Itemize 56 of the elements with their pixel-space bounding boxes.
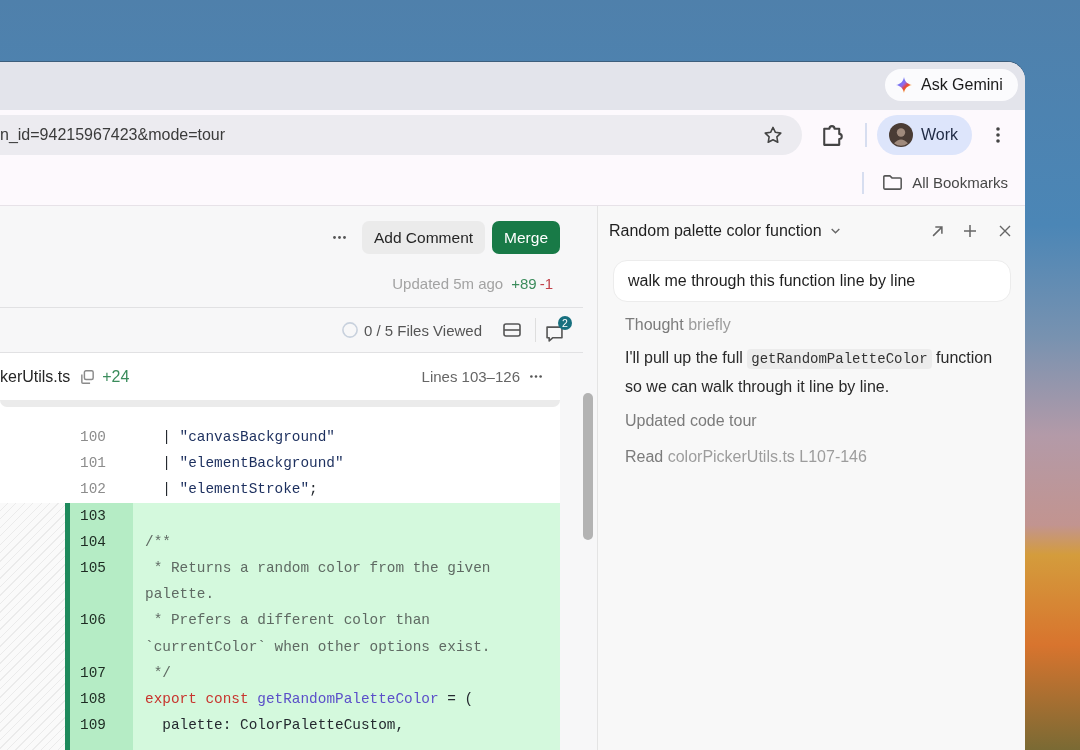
add-comment-button[interactable]: Add Comment [362, 221, 486, 254]
file-name: kerUtils.ts [0, 367, 71, 386]
sparkle-icon [896, 77, 912, 93]
status-line: Updated code tour [625, 411, 758, 431]
conversation-title[interactable]: Random palette color function [609, 222, 822, 240]
line-number: 107 [65, 659, 133, 687]
line-number: 108 [65, 686, 133, 713]
line-number: 100 [79, 428, 107, 447]
comment-count-badge: 2 [558, 316, 572, 330]
line-number: 104 [65, 528, 133, 555]
address-bar[interactable]: n_id=94215967423&mode=tour [0, 115, 802, 155]
split-view-icon[interactable] [503, 323, 521, 337]
files-viewed-count: 0 / 5 Files Viewed [363, 321, 482, 339]
line-number: 103 [65, 502, 133, 529]
code-text: export const getRandomPaletteColor = ( [133, 686, 560, 713]
additions-count: +24 [102, 367, 130, 386]
copy-icon[interactable] [81, 369, 95, 384]
code-text: | "elementBackground" [161, 454, 345, 474]
line-range: Lines 103–126 [421, 368, 520, 385]
folder-icon [883, 175, 903, 190]
line-number: 101 [79, 454, 107, 474]
status-line: Read colorPickerUtils.ts L107-146 [625, 447, 868, 467]
code-text: /** [133, 528, 560, 555]
merge-button[interactable]: Merge [492, 221, 560, 254]
line-number: 102 [79, 480, 107, 500]
code-text: */ [133, 659, 560, 687]
menu-icon[interactable] [996, 127, 1000, 143]
close-icon[interactable] [999, 225, 1011, 237]
line-number: 106 [65, 607, 133, 660]
puzzle-piece-icon[interactable] [823, 124, 843, 146]
updated-time: Updated 5m ago [392, 274, 504, 292]
chevron-down-icon[interactable] [830, 228, 840, 234]
plus-icon[interactable] [963, 224, 977, 238]
profile-button[interactable]: Work [877, 115, 972, 155]
status-line: Thought briefly [625, 315, 732, 335]
code-text: * Prefers a different color than `currentColor` when other options exist. [133, 607, 560, 660]
ask-gemini-button[interactable]: Ask Gemini [885, 69, 1018, 101]
code-text: * Returns a random color from the given palette. [133, 555, 560, 608]
star-icon[interactable] [764, 126, 782, 144]
more-icon[interactable] [333, 236, 346, 239]
line-number: 109 [65, 712, 133, 739]
code-text: palette: ColorPaletteCustom, [133, 712, 560, 739]
user-message: walk me through this function line by line [613, 260, 1011, 302]
progress-ring-icon [341, 322, 358, 338]
comment-icon[interactable] [546, 326, 563, 342]
code-text: | "elementStroke"; [161, 480, 319, 500]
scrollbar[interactable] [583, 393, 593, 540]
additions-count: +89 [511, 274, 537, 292]
avatar-icon [889, 123, 913, 147]
code-text: | "canvasBackground" [161, 428, 336, 447]
more-icon[interactable] [530, 375, 542, 378]
line-number: 105 [65, 555, 133, 608]
arrow-up-right-icon[interactable] [932, 225, 943, 237]
assistant-message: I'll pull up the full getRandomPaletteColor function so we can walk through it line by line. [625, 348, 994, 397]
deletions-count: -1 [539, 274, 553, 292]
bookmarks-folder-button[interactable]: All Bookmarks [883, 174, 1008, 191]
